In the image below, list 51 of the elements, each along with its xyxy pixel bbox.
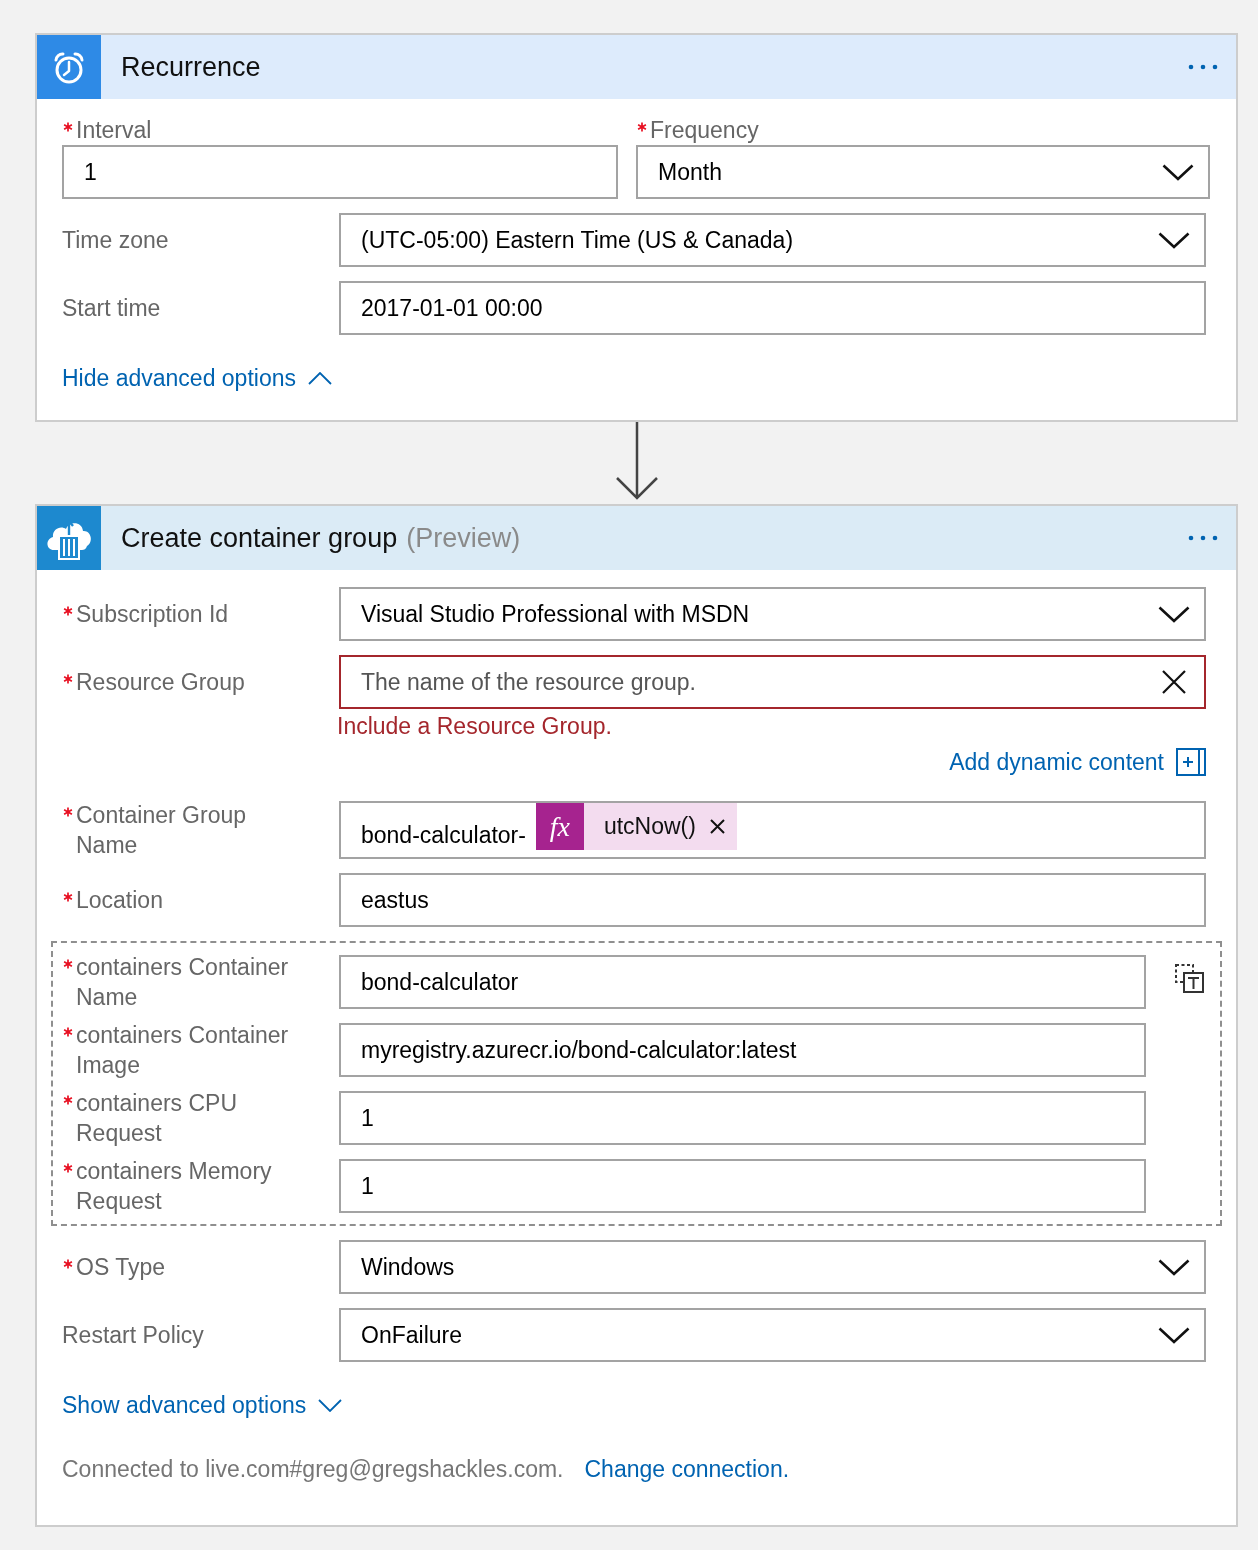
dropdown[interactable]: Windows [339, 1240, 1206, 1294]
chevron-down-icon [1158, 605, 1190, 623]
field-label: OS Type [76, 1253, 166, 1282]
card-title: Recurrence [121, 51, 261, 84]
token-label: utcNow() [603, 813, 696, 840]
change-connection-link[interactable]: Change connection. [584, 1454, 790, 1484]
dropdown[interactable]: (UTC-05:00) Eastern Time (US & Canada) [339, 213, 1206, 267]
chevron-down-icon [1158, 1326, 1190, 1344]
preview-tag: (Preview) [406, 521, 521, 555]
function-badge: fx [535, 803, 584, 850]
field-label: Resource Group [76, 668, 245, 697]
field-label: Frequency [650, 116, 759, 145]
input-field[interactable]: 2017-01-01 00:00 [339, 281, 1206, 335]
advanced-options-toggle[interactable]: Hide advanced options [62, 363, 332, 393]
field-label: Container Group Name [76, 801, 248, 860]
field-label: Subscription Id [76, 600, 229, 629]
field-label: containers CPU Request [76, 1089, 239, 1148]
input-field[interactable]: 1 [339, 1159, 1146, 1213]
input-field[interactable]: bond-calculator [339, 955, 1146, 1009]
chevron-down-icon [1162, 163, 1194, 181]
connection-status: Connected to live.com#greg@gregshackles.com. [62, 1455, 564, 1484]
input-field[interactable]: eastus [339, 873, 1206, 927]
input-field[interactable]: 1 [62, 145, 618, 199]
input-field[interactable]: myregistry.azurecr.io/bond-calculator:latest [339, 1023, 1146, 1077]
field-label: Time zone [62, 226, 169, 255]
field-label: containers Container Name [76, 953, 290, 1012]
more-icon[interactable] [1188, 535, 1218, 541]
dropdown[interactable]: Month [636, 145, 1210, 199]
card-title: Create container group [121, 522, 398, 555]
add-dynamic-content-link[interactable]: Add dynamic content [949, 747, 1206, 777]
field-label: Start time [62, 294, 161, 323]
error-message: Include a Resource Group. [337, 713, 612, 739]
field-label: Restart Policy [62, 1321, 204, 1350]
more-icon[interactable] [1188, 64, 1218, 70]
field-label: containers Memory Request [76, 1157, 273, 1216]
close-icon[interactable] [709, 819, 725, 834]
chevron-down-icon [1158, 231, 1190, 249]
field-value: bond-calculator- [361, 821, 526, 850]
input-field[interactable]: 1 [339, 1091, 1146, 1145]
plus-box-icon [1176, 748, 1206, 776]
dropdown[interactable]: Visual Studio Professional with MSDN [339, 587, 1206, 641]
close-icon[interactable] [1162, 670, 1186, 694]
dropdown[interactable]: OnFailure [339, 1308, 1206, 1362]
field-label: Location [76, 886, 163, 915]
chevron-down-icon [1158, 1258, 1190, 1276]
advanced-options-toggle[interactable]: Show advanced options [62, 1390, 343, 1420]
field-label: Interval [76, 116, 152, 145]
copy-icon[interactable] [1175, 964, 1204, 993]
input-field[interactable]: The name of the resource group. [339, 655, 1206, 709]
field-label: containers Container Image [76, 1021, 290, 1080]
input-field[interactable]: bond-calculator- fx utcNow() [339, 801, 1206, 859]
